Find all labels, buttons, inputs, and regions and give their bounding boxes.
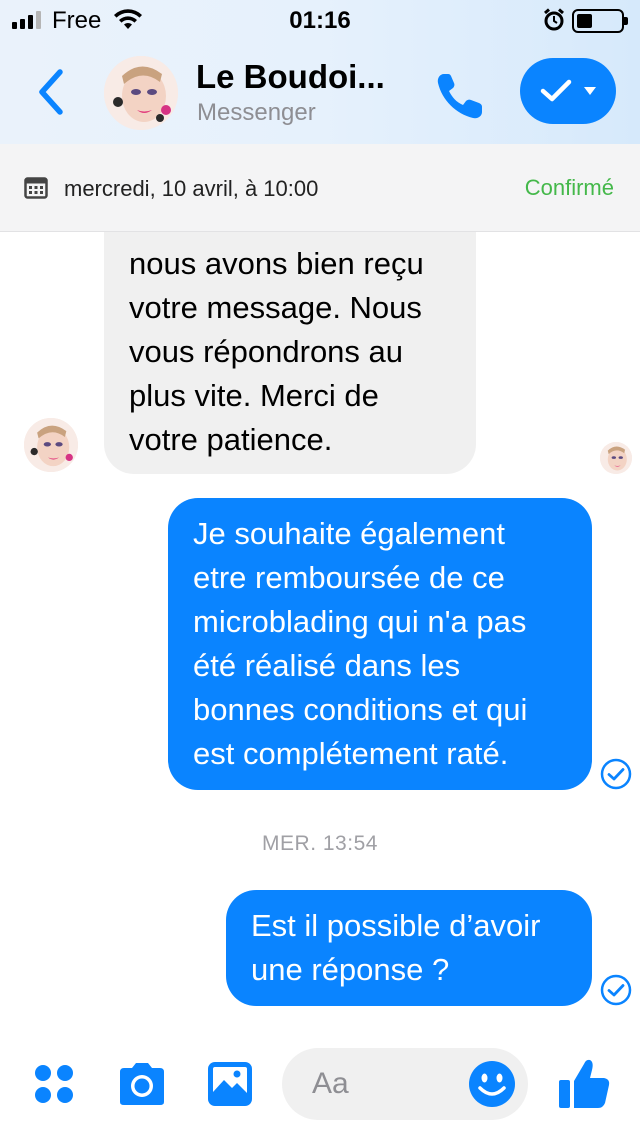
message-line: vous répondrons au xyxy=(129,334,404,369)
contact-avatar[interactable] xyxy=(104,56,178,130)
phone-icon[interactable] xyxy=(434,70,488,122)
message-line: votre message. Nous xyxy=(129,290,422,325)
message-line: est complétement raté. xyxy=(193,736,509,771)
back-chevron-icon[interactable] xyxy=(30,64,70,120)
delivered-check-icon xyxy=(600,758,632,790)
alarm-icon xyxy=(544,8,564,31)
delivered-check-icon xyxy=(600,974,632,1006)
appointment-date: mercredi, 10 avril, à 10:00 xyxy=(64,176,319,201)
chevron-down-icon xyxy=(584,87,596,95)
battery-icon xyxy=(572,9,628,33)
message-line: bonnes conditions et qui xyxy=(193,692,528,727)
message-list[interactable]: nous avons bien reçu votre message. Nous… xyxy=(0,232,640,1040)
incoming-message-bubble[interactable]: nous avons bien reçu votre message. Nous… xyxy=(104,232,476,474)
appointment-status: Confirmé xyxy=(524,175,614,200)
avatar-face-icon xyxy=(24,418,78,472)
thumbs-up-icon[interactable] xyxy=(556,1056,612,1112)
message-line: une réponse ? xyxy=(251,952,450,987)
message-line: Est il possible d’avoir xyxy=(251,908,541,943)
avatar-face-icon xyxy=(104,56,178,130)
camera-icon[interactable] xyxy=(116,1062,168,1106)
image-icon[interactable] xyxy=(206,1060,254,1108)
message-line: etre remboursée de ce xyxy=(193,560,505,595)
checkmark-icon xyxy=(540,79,572,102)
four-dots-icon[interactable] xyxy=(32,1062,76,1106)
contact-name[interactable]: Le Boudoi... xyxy=(196,58,416,96)
appointment-action-button[interactable] xyxy=(520,58,616,124)
avatar-face-icon xyxy=(600,442,632,474)
sender-avatar[interactable] xyxy=(24,418,78,472)
message-line: plus vite. Merci de xyxy=(129,378,379,413)
message-timestamp: MER. 13:54 xyxy=(262,832,378,855)
battery-level xyxy=(577,14,592,28)
seen-indicator-avatar xyxy=(600,442,632,474)
message-line: votre patience. xyxy=(129,422,333,457)
message-line: microblading qui n'a pas xyxy=(193,604,527,639)
composer-bar xyxy=(0,1040,640,1136)
smiley-icon[interactable] xyxy=(468,1060,516,1108)
message-line: été réalisé dans les xyxy=(193,648,461,683)
message-line: Je souhaite également xyxy=(193,516,505,551)
outgoing-message-bubble[interactable]: Est il possible d’avoir une réponse ? xyxy=(226,890,592,1006)
status-bar: Free 01:16 xyxy=(0,0,640,40)
outgoing-message-bubble[interactable]: Je souhaite également etre remboursée de… xyxy=(168,498,592,790)
contact-subtitle: Messenger xyxy=(197,99,316,126)
message-line: nous avons bien reçu xyxy=(129,246,424,281)
calendar-icon xyxy=(24,177,48,199)
message-input[interactable] xyxy=(312,1066,462,1102)
top-bar: Free 01:16 Le Boudoi... Messenger xyxy=(0,0,640,144)
appointment-banner[interactable]: mercredi, 10 avril, à 10:00 Confirmé xyxy=(0,144,640,232)
message-input-field[interactable] xyxy=(282,1048,528,1120)
